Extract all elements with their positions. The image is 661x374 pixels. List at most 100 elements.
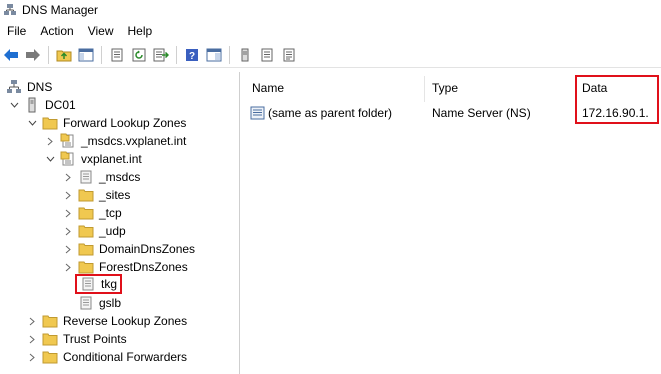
toolbar-separator <box>48 45 49 64</box>
tree-node-folder[interactable]: _udp <box>62 222 126 240</box>
show-hide-tree-button[interactable] <box>75 44 97 66</box>
folder-icon <box>42 351 58 364</box>
column-header-type[interactable]: Type <box>432 72 572 104</box>
cell-type: Name Server (NS) <box>432 106 531 120</box>
data-column-highlight <box>575 75 659 124</box>
tree-label: _tcp <box>99 206 122 220</box>
column-divider[interactable] <box>424 76 425 102</box>
tree-node-conditional-forwarders[interactable]: Conditional Forwarders <box>26 348 187 366</box>
tree-node-zone[interactable]: _msdcs.vxplanet.int <box>44 132 186 150</box>
column-header-label: Name <box>252 81 285 95</box>
window-title: DNS Manager <box>22 3 99 17</box>
details-pane: Name Type Data (same as parent folder) N… <box>242 72 661 374</box>
toolbar-separator <box>229 45 230 64</box>
zone-icon <box>60 151 74 166</box>
chevron-right-icon[interactable] <box>26 330 38 348</box>
server-alt-button[interactable] <box>278 44 300 66</box>
table-row-name[interactable]: (same as parent folder) <box>250 104 392 122</box>
chevron-down-icon[interactable] <box>44 150 56 168</box>
dns-manager-icon <box>4 4 16 15</box>
export-list-icon <box>153 48 169 61</box>
tree-node-gslb[interactable]: gslb <box>78 294 121 312</box>
folder-icon <box>78 243 94 256</box>
table-row-type: Name Server (NS) <box>432 104 531 122</box>
chevron-down-icon[interactable] <box>26 114 38 132</box>
chevron-right-icon[interactable] <box>26 312 38 330</box>
chevron-right-icon[interactable] <box>62 258 74 276</box>
tree-node-folder[interactable]: DomainDnsZones <box>62 240 195 258</box>
record-button[interactable] <box>256 44 278 66</box>
menu-action[interactable]: Action <box>33 24 80 38</box>
toolbar-separator <box>176 45 177 64</box>
server-icon <box>28 97 36 113</box>
forward-button[interactable] <box>22 44 44 66</box>
tree-label: DomainDnsZones <box>99 242 196 256</box>
tree-node-dns[interactable]: DNS <box>6 78 52 96</box>
server-button[interactable] <box>234 44 256 66</box>
tree-label: Conditional Forwarders <box>63 350 188 364</box>
menu-bar: File Action View Help <box>0 20 661 42</box>
column-header-name[interactable]: Name <box>252 72 422 104</box>
tree-label: _msdcs <box>99 170 141 184</box>
column-header-label: Type <box>432 81 459 95</box>
chevron-right-icon[interactable] <box>62 186 74 204</box>
export-list-button[interactable] <box>150 44 172 66</box>
view-icon <box>206 48 222 61</box>
tree-node-server[interactable]: DC01 <box>8 96 76 114</box>
forward-arrow-icon <box>26 48 40 61</box>
cell-name: (same as parent folder) <box>268 106 393 120</box>
chevron-right-icon[interactable] <box>62 168 74 186</box>
refresh-button[interactable] <box>128 44 150 66</box>
folder-icon <box>78 207 94 220</box>
tree-label: gslb <box>99 296 122 310</box>
menu-view[interactable]: View <box>81 24 121 38</box>
toolbar-separator <box>101 45 102 64</box>
delegation-icon <box>82 277 94 291</box>
folder-icon <box>42 333 58 346</box>
delegation-icon <box>80 170 92 184</box>
record-icon <box>250 106 265 120</box>
chevron-right-icon[interactable] <box>62 222 74 240</box>
tree-node-tkg[interactable]: tkg <box>75 274 123 294</box>
tree-node-folder[interactable]: _tcp <box>62 204 122 222</box>
up-one-level-button[interactable] <box>53 44 75 66</box>
dns-icon <box>7 80 21 93</box>
toolbar: ? <box>0 42 661 68</box>
properties-button[interactable] <box>106 44 128 66</box>
refresh-icon <box>132 48 146 61</box>
tree-label: _msdcs.vxplanet.int <box>81 134 187 148</box>
tree-node-folder[interactable]: _sites <box>62 186 130 204</box>
show-hide-tree-icon <box>78 48 94 61</box>
zone-icon <box>60 133 74 148</box>
tree-label: Trust Points <box>63 332 127 346</box>
chevron-right-icon[interactable] <box>44 132 56 150</box>
back-button[interactable] <box>0 44 22 66</box>
tree-node-reverse-lookup-zones[interactable]: Reverse Lookup Zones <box>26 312 187 330</box>
view-button[interactable] <box>203 44 225 66</box>
folder-icon <box>78 261 94 274</box>
chevron-right-icon[interactable] <box>62 240 74 258</box>
tree-node-zone[interactable]: vxplanet.int <box>44 150 142 168</box>
tree-label: tkg <box>101 277 118 291</box>
properties-icon <box>111 48 123 61</box>
folder-icon <box>42 315 58 328</box>
server-icon <box>241 48 249 61</box>
chevron-down-icon[interactable] <box>8 96 20 114</box>
tree-label: Forward Lookup Zones <box>63 116 187 130</box>
tree-label: _sites <box>99 188 131 202</box>
server-alt-icon <box>283 48 295 61</box>
tree-label: ForestDnsZones <box>99 260 188 274</box>
folder-icon <box>42 117 58 130</box>
tree-node-subdomain[interactable]: _msdcs <box>62 168 140 186</box>
chevron-right-icon[interactable] <box>62 204 74 222</box>
tree-node-trust-points[interactable]: Trust Points <box>26 330 127 348</box>
menu-help[interactable]: Help <box>121 24 160 38</box>
tree-pane: DNS DC01 Forward Lookup Zones _msdcs.vxp… <box>0 72 240 374</box>
menu-file[interactable]: File <box>0 24 33 38</box>
help-button[interactable]: ? <box>181 44 203 66</box>
tree-label: _udp <box>99 224 126 238</box>
tree-label: Reverse Lookup Zones <box>63 314 188 328</box>
folder-icon <box>78 225 94 238</box>
chevron-right-icon[interactable] <box>26 348 38 366</box>
tree-node-forward-lookup-zones[interactable]: Forward Lookup Zones <box>26 114 186 132</box>
